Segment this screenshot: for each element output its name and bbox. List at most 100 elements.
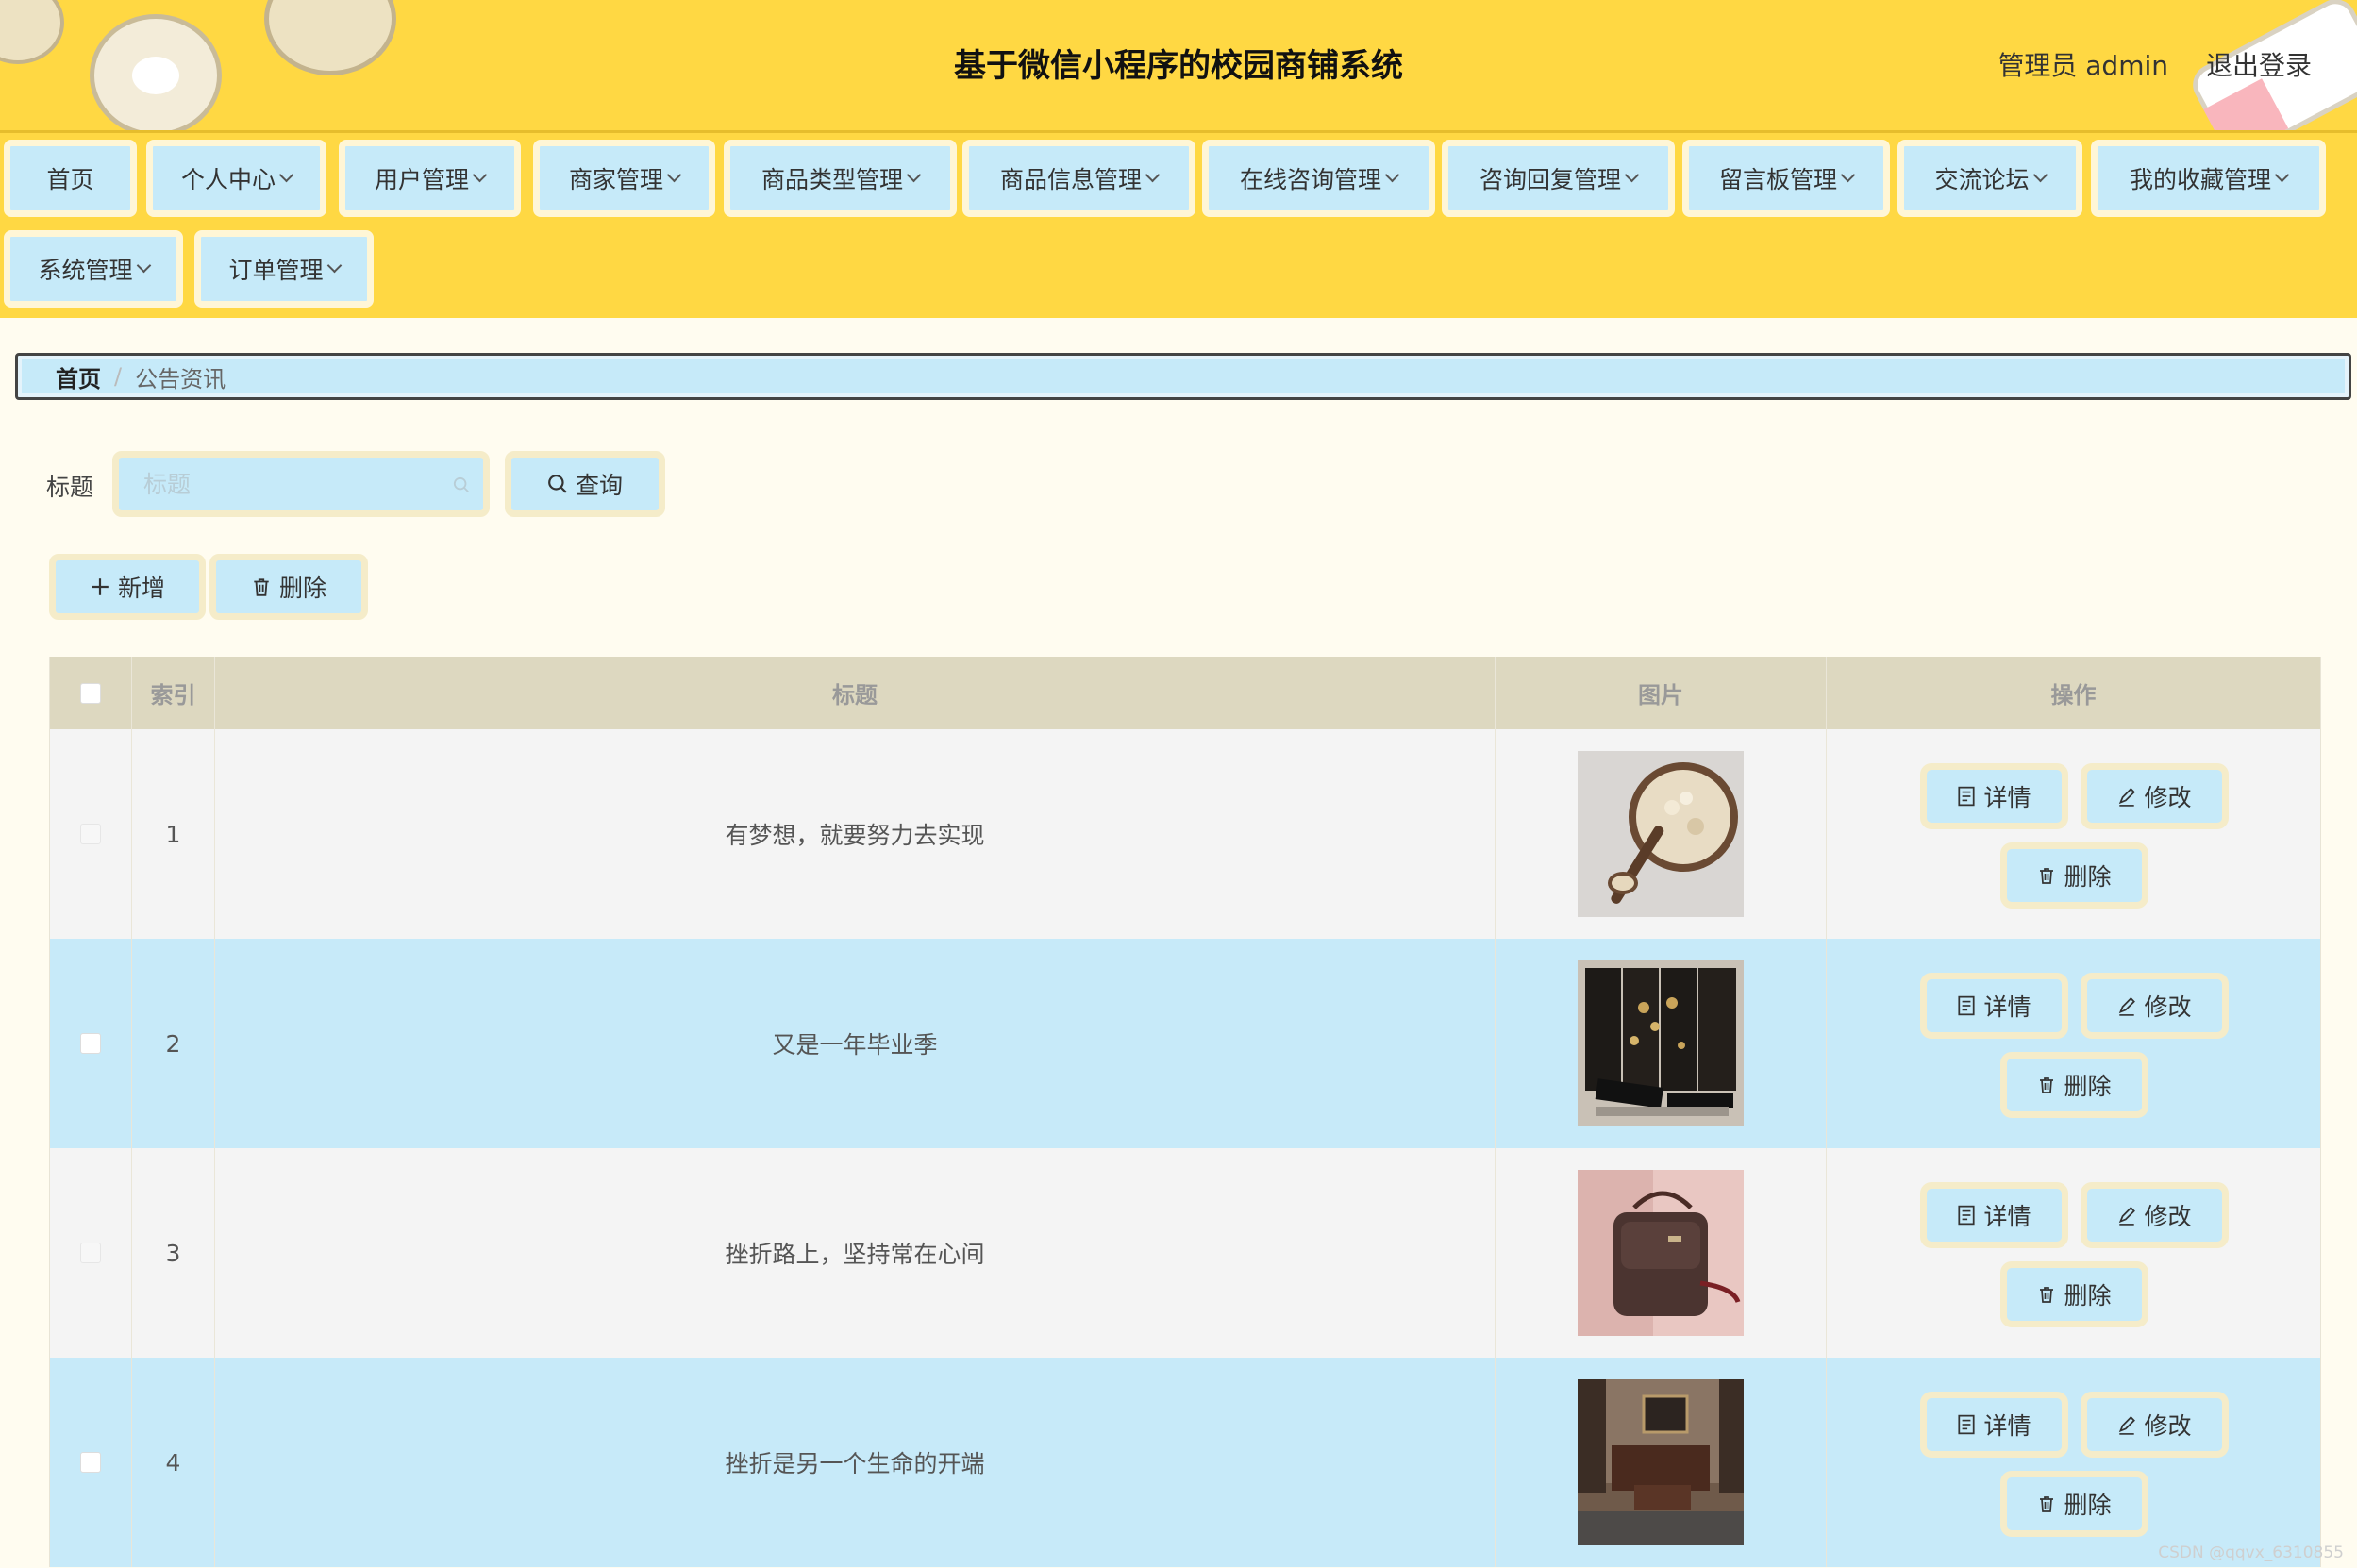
detail-button[interactable]: 详情 — [1920, 973, 2068, 1039]
nav-item-consult-reply-management[interactable]: 咨询回复管理 — [1442, 140, 1675, 217]
row-delete-button-label: 删除 — [2064, 1282, 2112, 1309]
edit-button[interactable]: 修改 — [2081, 1392, 2229, 1458]
chevron-down-icon — [2032, 167, 2048, 182]
detail-button[interactable]: 详情 — [1920, 1392, 2068, 1458]
row-delete-button[interactable]: 删除 — [2000, 1471, 2148, 1537]
nav-item-label: 首页 — [46, 166, 94, 193]
query-button-label: 查询 — [575, 472, 623, 499]
logout-link[interactable]: 退出登录 — [2206, 45, 2312, 83]
table-row: 2 又是一年毕业季 详情 修改 删除 — [50, 939, 2320, 1148]
column-header-index[interactable]: 索引 — [132, 657, 215, 729]
edit-icon — [2119, 1416, 2136, 1435]
detail-button[interactable]: 详情 — [1920, 763, 2068, 829]
search-icon — [548, 475, 567, 493]
row-delete-button[interactable]: 删除 — [2000, 842, 2148, 909]
trash-icon — [2040, 868, 2054, 884]
row-checkbox[interactable] — [80, 824, 101, 844]
row-delete-button-label: 删除 — [2064, 863, 2112, 891]
chevron-down-icon — [472, 167, 488, 182]
row-select-cell — [50, 1148, 132, 1358]
chevron-down-icon — [136, 258, 151, 273]
row-delete-button[interactable]: 删除 — [2000, 1261, 2148, 1327]
nav-item-label: 交流论坛 — [1934, 166, 2030, 193]
nav-item-label: 个人中心 — [180, 166, 276, 193]
row-select-cell — [50, 1358, 132, 1567]
row-select-cell — [50, 729, 132, 939]
row-delete-button[interactable]: 删除 — [2000, 1052, 2148, 1118]
chevron-down-icon — [1840, 167, 1856, 182]
trash-icon — [2040, 1496, 2054, 1512]
chevron-down-icon — [2274, 167, 2290, 182]
nav-item-online-consult-management[interactable]: 在线咨询管理 — [1202, 140, 1435, 217]
chevron-down-icon — [278, 167, 294, 182]
edit-button[interactable]: 修改 — [2081, 763, 2229, 829]
row-checkbox[interactable] — [80, 1033, 101, 1054]
table-row: 3 挫折路上，坚持常在心间 详情 修改 删除 — [50, 1148, 2320, 1358]
detail-button-label: 详情 — [1983, 1203, 2031, 1230]
add-button-label: 新增 — [117, 575, 165, 602]
row-delete-button-label: 删除 — [2064, 1492, 2112, 1519]
nav-item-home[interactable]: 首页 — [4, 140, 137, 217]
nav-item-order-management[interactable]: 订单管理 — [194, 230, 374, 308]
detail-button-label: 详情 — [1983, 993, 2031, 1021]
edit-icon — [2119, 997, 2136, 1016]
nav-item-label: 在线咨询管理 — [1239, 166, 1381, 193]
nav-item-user-management[interactable]: 用户管理 — [339, 140, 521, 217]
trash-icon — [254, 578, 269, 596]
edit-icon — [2119, 788, 2136, 807]
row-image-cell — [1496, 729, 1827, 939]
detail-button-label: 详情 — [1983, 1412, 2031, 1440]
detail-button[interactable]: 详情 — [1920, 1182, 2068, 1248]
handbag-image — [1578, 1170, 1744, 1336]
chevron-down-icon — [1384, 167, 1400, 182]
nav-item-product-info-management[interactable]: 商品信息管理 — [962, 140, 1195, 217]
edit-button[interactable]: 修改 — [2081, 1182, 2229, 1248]
add-button[interactable]: 新增 — [49, 554, 206, 620]
breadcrumb: 首页 / 公告资讯 — [15, 353, 2351, 400]
breadcrumb-home[interactable]: 首页 — [56, 360, 101, 393]
row-actions-cell: 详情 修改 删除 — [1827, 729, 2320, 939]
row-index: 2 — [132, 939, 215, 1148]
current-user: 管理员 admin — [1998, 50, 2168, 81]
plus-icon — [92, 578, 109, 595]
detail-button-label: 详情 — [1983, 784, 2031, 811]
column-header-image[interactable]: 图片 — [1496, 657, 1827, 729]
search-icon — [453, 476, 469, 492]
column-header-title[interactable]: 标题 — [215, 657, 1496, 729]
chevron-down-icon — [1624, 167, 1640, 182]
search-label: 标题 — [46, 474, 94, 501]
row-checkbox[interactable] — [80, 1243, 101, 1263]
document-icon — [1958, 1205, 1976, 1226]
chevron-down-icon — [906, 167, 922, 182]
row-image-cell — [1496, 1148, 1827, 1358]
row-title: 挫折是另一个生命的开端 — [215, 1358, 1496, 1567]
nav-item-merchant-management[interactable]: 商家管理 — [533, 140, 715, 217]
row-select-cell — [50, 939, 132, 1148]
header-select-all-cell — [50, 657, 132, 729]
nav-item-message-board-management[interactable]: 留言板管理 — [1682, 140, 1890, 217]
row-checkbox[interactable] — [80, 1452, 101, 1473]
nav-item-forum[interactable]: 交流论坛 — [1897, 140, 2082, 217]
row-image-cell — [1496, 1358, 1827, 1567]
chevron-down-icon — [666, 167, 682, 182]
nav-item-product-type-management[interactable]: 商品类型管理 — [724, 140, 957, 217]
header-bar: 基于微信小程序的校园商铺系统 管理员 admin 退出登录 — [0, 0, 2357, 133]
row-image-cell — [1496, 939, 1827, 1148]
nav-item-label: 商品信息管理 — [999, 166, 1142, 193]
main-nav: 首页 个人中心 用户管理 商家管理 商品类型管理 商品信息管理 在线咨询管理 咨… — [0, 133, 2357, 318]
search-input[interactable] — [119, 458, 483, 510]
breadcrumb-current: 公告资讯 — [135, 365, 226, 392]
edit-button[interactable]: 修改 — [2081, 973, 2229, 1039]
query-button[interactable]: 查询 — [505, 451, 665, 517]
edit-icon — [2119, 1207, 2136, 1226]
edit-button-label: 修改 — [2144, 1203, 2192, 1230]
nav-item-label: 用户管理 — [374, 166, 469, 193]
edit-button-label: 修改 — [2144, 1412, 2192, 1440]
chevron-down-icon — [326, 258, 342, 273]
select-all-checkbox[interactable] — [80, 682, 101, 704]
batch-delete-button[interactable]: 删除 — [209, 554, 368, 620]
nav-item-system-management[interactable]: 系统管理 — [4, 230, 183, 308]
living-room-image — [1578, 1379, 1744, 1545]
nav-item-personal-center[interactable]: 个人中心 — [146, 140, 326, 217]
nav-item-favorites-management[interactable]: 我的收藏管理 — [2091, 140, 2326, 217]
